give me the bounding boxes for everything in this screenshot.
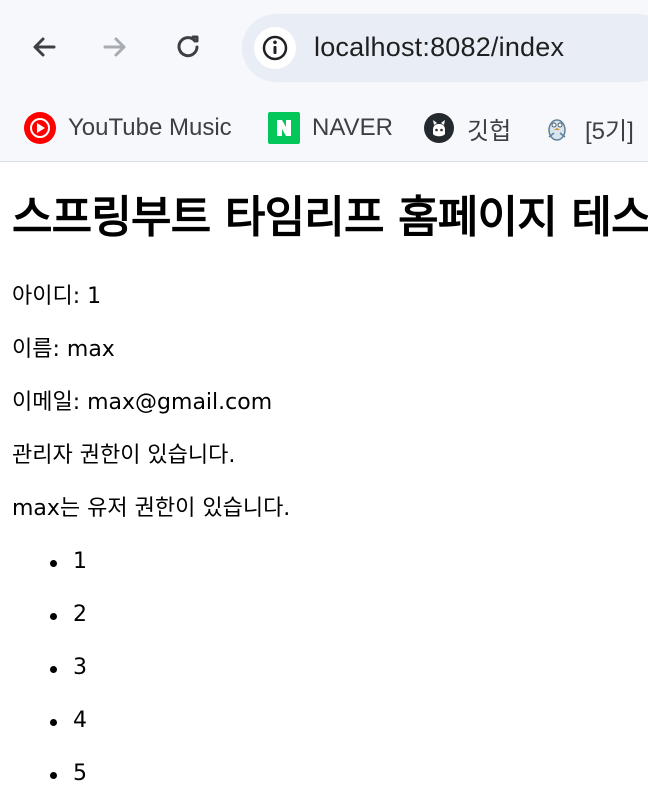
- bookmark-youtube-music[interactable]: YouTube Music: [24, 108, 232, 148]
- naver-icon: [268, 112, 300, 144]
- site-info-icon: [262, 35, 288, 61]
- forward-button[interactable]: [96, 28, 134, 66]
- list-item: 1: [12, 548, 87, 601]
- url-text[interactable]: localhost:8082/index: [314, 32, 564, 63]
- page-title: 스프링부트 타임리프 홈페이지 테스트: [12, 192, 648, 243]
- admin-permission-text: 관리자 권한이 있습니다.: [12, 443, 236, 468]
- list-item: 5: [12, 760, 87, 802]
- bookmark-label: YouTube Music: [68, 114, 232, 141]
- list-item: 2: [12, 601, 87, 654]
- site-info-button[interactable]: [254, 27, 296, 69]
- back-arrow-icon: [33, 37, 56, 57]
- user-permission-text: max는 유저 권한이 있습니다.: [12, 496, 291, 521]
- list-item: 4: [12, 707, 87, 760]
- bird-icon: [541, 112, 573, 144]
- user-name-text: 이름: max: [12, 337, 115, 362]
- address-bar[interactable]: localhost:8082/index: [242, 14, 648, 82]
- list-item: 3: [12, 654, 87, 707]
- bookmark-label: [5기]: [585, 117, 634, 145]
- browser-toolbar: localhost:8082/index YouTube Music NAVER: [0, 0, 648, 162]
- user-email-text: 이메일: max@gmail.com: [12, 390, 273, 415]
- bookmark-label: NAVER: [312, 114, 393, 141]
- bookmark-github[interactable]: 깃헙: [423, 108, 511, 148]
- user-id-text: 아이디: 1: [12, 284, 102, 309]
- forward-arrow-icon: [103, 37, 126, 57]
- bookmark-label: 깃헙: [467, 117, 512, 145]
- github-icon: [423, 112, 455, 144]
- back-button[interactable]: [25, 28, 63, 66]
- reload-button[interactable]: [169, 28, 207, 66]
- reload-icon: [177, 35, 199, 58]
- youtube-music-icon: [24, 112, 56, 144]
- bookmark-naver[interactable]: NAVER: [268, 108, 393, 148]
- page-content: 스프링부트 타임리프 홈페이지 테스트 아이디: 1 이름: max 이메일: …: [12, 162, 648, 802]
- bookmark-5gi[interactable]: [5기]: [541, 108, 634, 148]
- number-list: 1 2 3 4 5: [12, 548, 87, 802]
